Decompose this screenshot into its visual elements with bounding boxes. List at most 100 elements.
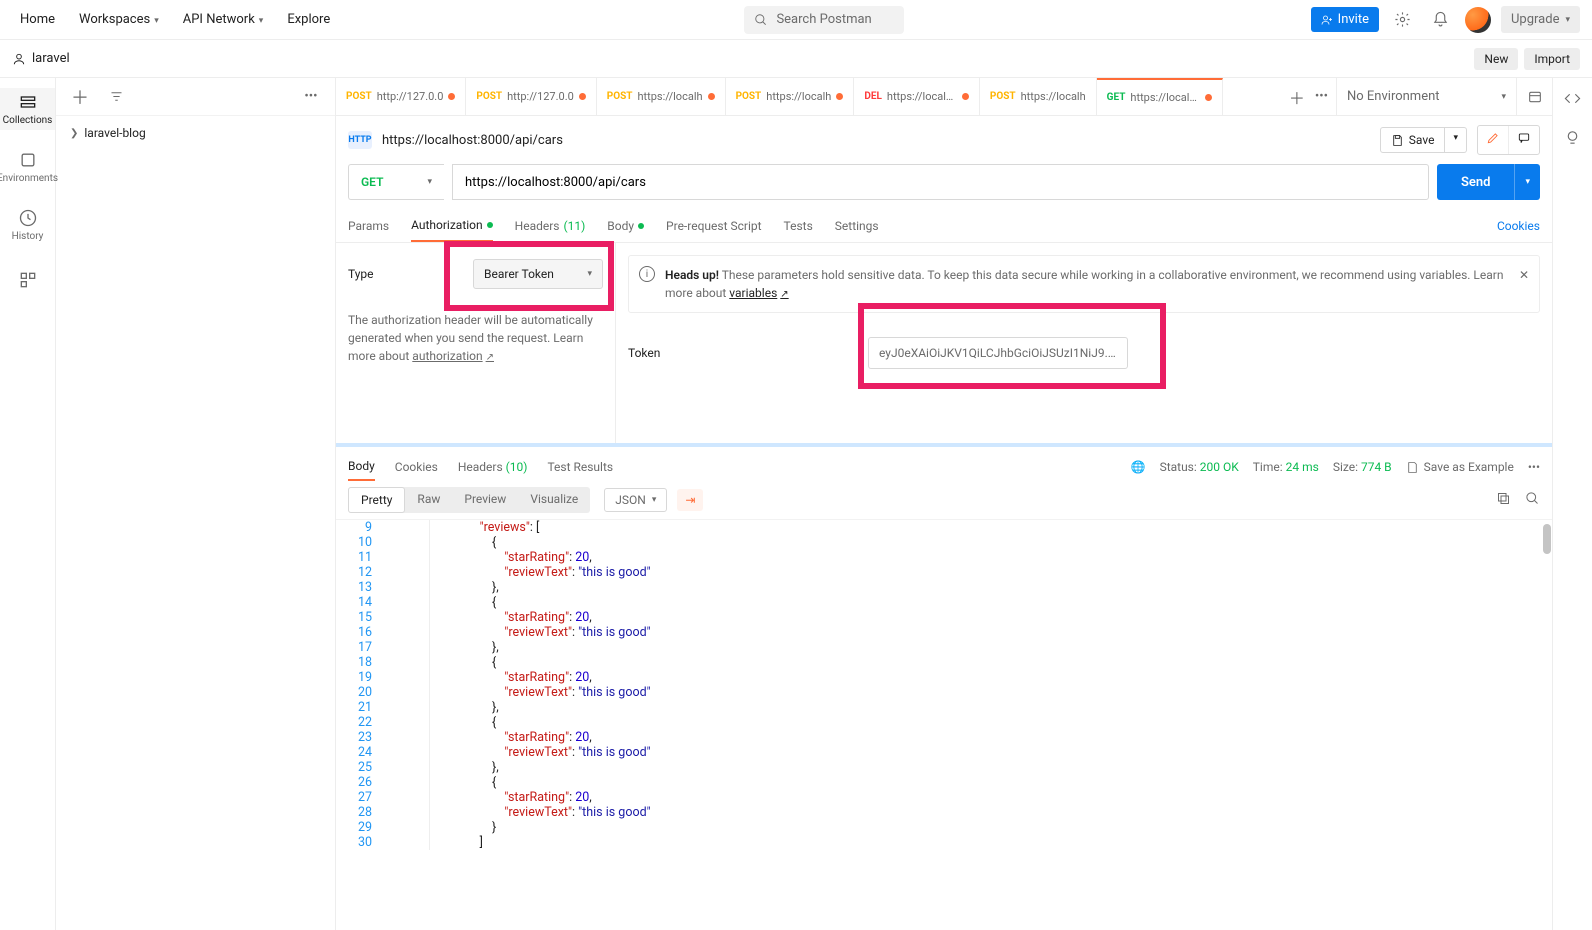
tree-item[interactable]: ❯ laravel-blog [56, 122, 335, 144]
time-label: Time: [1253, 460, 1283, 474]
settings-button[interactable] [1389, 6, 1417, 34]
topbar-center: Search Postman [338, 6, 1310, 34]
auth-type-dropdown[interactable]: Bearer Token ▾ [473, 259, 603, 289]
request-tab[interactable]: GEThttps://localho [1097, 78, 1224, 115]
copy-button[interactable] [1496, 491, 1511, 509]
new-button[interactable]: New [1474, 48, 1518, 70]
scrollbar-thumb[interactable] [1543, 524, 1551, 554]
request-tab[interactable]: POSThttps://localh [597, 78, 726, 115]
resp-tab-cookies[interactable]: Cookies [395, 454, 438, 480]
resp-tab-body[interactable]: Body [348, 453, 375, 481]
request-tab[interactable]: POSThttp://127.0.0 [466, 78, 596, 115]
filter-button[interactable] [102, 83, 130, 111]
sidebar-more[interactable]: ••• [297, 83, 325, 111]
view-pretty[interactable]: Pretty [348, 487, 405, 513]
eye-icon [1527, 89, 1543, 105]
view-preview[interactable]: Preview [452, 487, 518, 513]
tab-params[interactable]: Params [348, 211, 389, 241]
invite-label: Invite [1338, 12, 1369, 27]
invite-button[interactable]: Invite [1311, 7, 1379, 32]
tab-headers[interactable]: Headers (11) [515, 211, 586, 241]
code-line: 11 "starRating": 20, [336, 550, 1552, 565]
code-snippet-button[interactable] [1564, 90, 1581, 111]
bulb-icon [1564, 129, 1581, 146]
save-dropdown[interactable]: ▾ [1445, 127, 1467, 153]
environment-quicklook[interactable] [1516, 78, 1552, 115]
api-network-dropdown[interactable]: API Network [175, 6, 272, 33]
code-line: 21 }, [336, 700, 1552, 715]
response-more[interactable]: ••• [1528, 460, 1540, 474]
workspaces-dropdown[interactable]: Workspaces [71, 6, 167, 33]
code-icon [1564, 90, 1581, 107]
tab-prerequest[interactable]: Pre-request Script [666, 211, 761, 241]
dirty-dot [836, 93, 843, 100]
import-button[interactable]: Import [1524, 48, 1580, 70]
code-line: 14 { [336, 595, 1552, 610]
resp-tab-tests[interactable]: Test Results [547, 454, 613, 480]
view-raw[interactable]: Raw [405, 487, 452, 513]
edit-button[interactable] [1478, 126, 1509, 154]
topbar-left: Home Workspaces API Network Explore [12, 6, 338, 33]
resp-tab-headers[interactable]: Headers (10) [458, 454, 528, 480]
tab-authorization-label: Authorization [411, 218, 483, 232]
add-button[interactable]: ＋ [66, 83, 94, 111]
nav-environments-label: Environments [0, 173, 58, 184]
info-panel-button[interactable] [1564, 129, 1581, 150]
cookies-link[interactable]: Cookies [1497, 219, 1540, 233]
view-visualize[interactable]: Visualize [518, 487, 590, 513]
tabs-more[interactable]: ••• [1315, 89, 1328, 104]
avatar[interactable] [1465, 7, 1491, 33]
request-tab[interactable]: POSThttps://localh [980, 78, 1097, 115]
filter-icon [109, 89, 124, 104]
tab-body-label: Body [607, 219, 634, 233]
tab-tests[interactable]: Tests [784, 211, 813, 241]
nav-more[interactable] [0, 266, 55, 294]
globe-icon[interactable]: 🌐 [1131, 460, 1146, 474]
method-select[interactable]: GET ▾ [348, 164, 444, 200]
search-box[interactable]: Search Postman [744, 6, 904, 34]
save-button[interactable]: Save [1380, 127, 1446, 153]
save-example-button[interactable]: Save as Example [1406, 460, 1514, 474]
tab-settings[interactable]: Settings [835, 211, 879, 241]
format-select[interactable]: JSON▾ [604, 488, 667, 512]
variables-help-link[interactable]: variables [729, 286, 788, 300]
authorization-help-link[interactable]: authorization [412, 349, 494, 363]
explore-link[interactable]: Explore [279, 6, 338, 33]
pencil-icon [1486, 131, 1500, 145]
notifications-button[interactable] [1427, 6, 1455, 34]
token-input[interactable]: eyJ0eXAiOiJKV1QiLCJhbGciOiJSUzI1NiJ9.e… [868, 337, 1128, 369]
token-label: Token [628, 346, 828, 360]
response-body[interactable]: 9 "reviews": [10 {11 "starRating": 20,12… [336, 520, 1552, 930]
upgrade-button[interactable]: Upgrade [1501, 6, 1580, 33]
chevron-down-icon: ▾ [427, 177, 432, 187]
workspace-name[interactable]: laravel [12, 51, 70, 66]
request-tab[interactable]: DELhttps://localho [854, 78, 980, 115]
response-tabs: Body Cookies Headers (10) Test Results 🌐… [336, 447, 1552, 481]
topbar-right: Invite Upgrade [1311, 6, 1580, 34]
nav-collections[interactable]: Collections [0, 88, 55, 130]
save-icon [1391, 134, 1404, 147]
search-response-button[interactable] [1525, 491, 1540, 509]
tab-body[interactable]: Body [607, 211, 644, 241]
nav-history[interactable]: History [0, 204, 55, 246]
environment-select[interactable]: No Environment ▾ [1336, 78, 1516, 115]
environment-label: No Environment [1347, 89, 1440, 104]
home-link[interactable]: Home [12, 6, 63, 33]
request-tab[interactable]: POSThttps://localh [726, 78, 855, 115]
request-tab[interactable]: POSThttp://127.0.0 [336, 78, 466, 115]
code-line: 12 "reviewText": "this is good" [336, 565, 1552, 580]
comment-button[interactable] [1509, 126, 1539, 154]
sidebar-tools: ＋ ••• [56, 78, 335, 116]
tabs-scroll: POSThttp://127.0.0POSThttp://127.0.0POST… [336, 78, 1281, 115]
code-line: 13 }, [336, 580, 1552, 595]
new-tab-button[interactable]: ＋ [1289, 85, 1305, 109]
tab-authorization[interactable]: Authorization [411, 210, 493, 242]
alert-close[interactable]: ✕ [1519, 266, 1529, 284]
code-line: 22 { [336, 715, 1552, 730]
wrap-button[interactable]: ⇥ [677, 489, 703, 511]
nav-environments[interactable]: Environments [0, 146, 55, 188]
request-title[interactable]: https://localhost:8000/api/cars [382, 133, 563, 148]
send-dropdown[interactable]: ▾ [1514, 164, 1540, 200]
send-button[interactable]: Send [1437, 164, 1515, 200]
url-input[interactable] [452, 164, 1429, 200]
